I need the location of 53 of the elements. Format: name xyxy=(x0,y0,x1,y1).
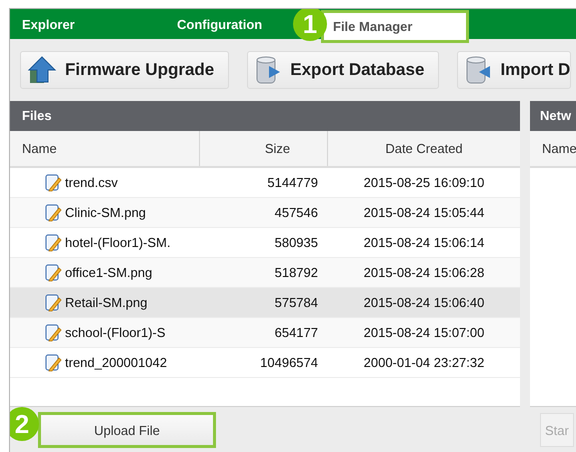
file-date: 2015-08-24 15:05:44 xyxy=(362,204,486,222)
file-name: Clinic-SM.png xyxy=(65,205,146,220)
panel-header: Netw xyxy=(530,101,576,131)
file-date: 2015-08-24 15:06:28 xyxy=(362,264,486,282)
file-size: 457546 xyxy=(274,204,319,222)
nav-tab[interactable]: Explorer xyxy=(10,9,87,39)
column-header[interactable]: Date Created xyxy=(328,131,520,166)
file-size: 518792 xyxy=(274,264,319,282)
database-icon xyxy=(254,55,282,85)
callout-badge: 1 xyxy=(293,9,327,41)
column-header[interactable]: Name xyxy=(10,131,200,166)
document-pencil-icon xyxy=(44,174,62,192)
document-pencil-icon xyxy=(44,324,62,342)
file-size: 654177 xyxy=(274,324,319,342)
document-pencil-icon xyxy=(44,264,62,282)
file-row[interactable]: Clinic-SM.png 457546 2015-08-24 15:05:44 xyxy=(10,198,520,228)
document-pencil-icon xyxy=(44,204,62,222)
document-pencil-icon xyxy=(44,234,62,252)
button-label: Import D xyxy=(500,60,570,80)
file-name: trend_200001042 xyxy=(65,355,167,370)
toolbar-button[interactable]: Import D xyxy=(457,51,572,89)
file-size: 580935 xyxy=(274,234,319,252)
file-size: 10496574 xyxy=(259,354,319,372)
upload-arrow-icon xyxy=(27,55,57,85)
file-date: 2015-08-25 16:09:10 xyxy=(362,174,486,192)
file-name: school-(Floor1)-S xyxy=(65,325,166,340)
document-pencil-icon xyxy=(44,294,62,312)
file-date: 2015-08-24 15:07:00 xyxy=(362,324,486,342)
nav-tab[interactable]: Configuration xyxy=(165,9,274,39)
file-name: trend.csv xyxy=(65,175,118,190)
toolbar-button[interactable]: Firmware Upgrade xyxy=(20,51,230,89)
database-icon xyxy=(464,55,492,85)
panel-header: Files xyxy=(10,101,520,131)
file-row[interactable]: school-(Floor1)-S 654177 2015-08-24 15:07:00 xyxy=(10,318,520,348)
file-row[interactable]: office1-SM.png 518792 2015-08-24 15:06:28 xyxy=(10,258,520,288)
file-date: 2015-08-24 15:06:40 xyxy=(362,294,486,312)
file-name: hotel-(Floor1)-SM. xyxy=(65,235,170,250)
button-label: Firmware Upgrade xyxy=(65,60,214,80)
callout-badge: 2 xyxy=(10,407,39,441)
file-size: 575784 xyxy=(274,294,319,312)
column-header[interactable]: Name xyxy=(530,131,576,166)
column-header[interactable]: Size xyxy=(200,131,328,166)
file-name: Retail-SM.png xyxy=(65,295,148,310)
file-date: 2000-01-04 23:27:32 xyxy=(362,354,486,372)
file-row[interactable]: Retail-SM.png 575784 2015-08-24 15:06:40 xyxy=(10,288,520,318)
button-label: Export Database xyxy=(290,60,424,80)
file-name: office1-SM.png xyxy=(65,265,152,280)
file-size: 5144779 xyxy=(266,174,319,192)
document-pencil-icon xyxy=(44,354,62,372)
file-date: 2015-08-24 15:06:14 xyxy=(362,234,486,252)
nav-tab[interactable]: File Manager xyxy=(321,10,469,43)
upload-file-button[interactable]: Upload File xyxy=(38,412,216,448)
toolbar-button[interactable]: Export Database xyxy=(247,51,440,89)
